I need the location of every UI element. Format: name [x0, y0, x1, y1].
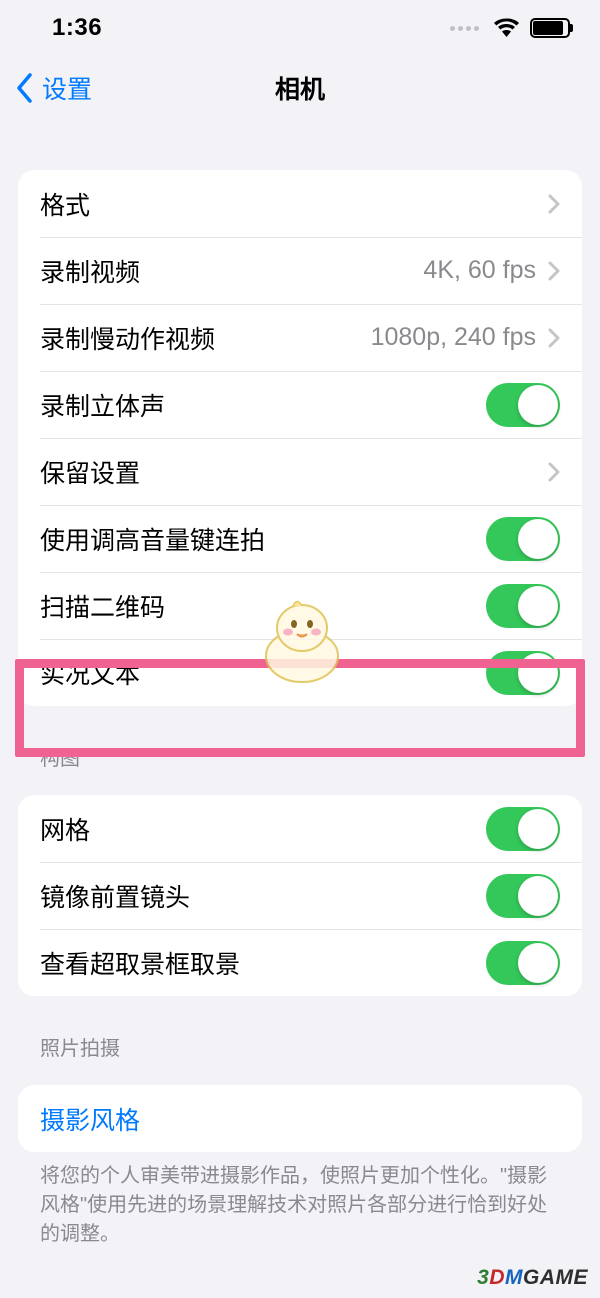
chevron-right-icon [548, 328, 560, 348]
group-footer-photo-capture: 将您的个人审美带进摄影作品，使照片更加个性化。"摄影风格"使用先进的场景理解技术… [18, 1152, 582, 1249]
row-grid: 网格 [18, 795, 582, 862]
battery-icon [530, 18, 570, 38]
toggle-live-text[interactable] [486, 651, 560, 695]
row-mirror-front: 镜像前置镜头 [18, 862, 582, 929]
row-volume-burst: 使用调高音量键连拍 [18, 505, 582, 572]
toggle-grid[interactable] [486, 807, 560, 851]
row-label: 镜像前置镜头 [40, 878, 486, 914]
settings-group-main: 格式 录制视频 4K, 60 fps 录制慢动作视频 1080p, 240 fp… [18, 170, 582, 706]
row-label: 录制立体声 [40, 387, 486, 423]
back-button[interactable]: 设置 [16, 70, 92, 106]
row-label: 录制视频 [40, 253, 423, 289]
row-record-slomo[interactable]: 录制慢动作视频 1080p, 240 fps [18, 304, 582, 371]
back-label: 设置 [42, 70, 92, 106]
row-preserve-settings[interactable]: 保留设置 [18, 438, 582, 505]
chevron-right-icon [548, 261, 560, 281]
status-bar: 1:36 [0, 0, 600, 56]
chevron-right-icon [548, 462, 560, 482]
row-view-outside-frame: 查看超取景框取景 [18, 929, 582, 996]
row-record-video[interactable]: 录制视频 4K, 60 fps [18, 237, 582, 304]
status-indicators [450, 18, 570, 38]
row-value: 1080p, 240 fps [371, 323, 536, 352]
row-label: 查看超取景框取景 [40, 945, 486, 981]
group-header-photo-capture: 照片拍摄 [18, 1032, 582, 1071]
cellular-dots-icon [450, 26, 479, 31]
row-label: 录制慢动作视频 [40, 320, 371, 356]
wifi-icon [493, 18, 520, 38]
row-label: 保留设置 [40, 454, 548, 490]
chevron-right-icon [548, 194, 560, 214]
row-label: 实况文本 [40, 655, 486, 691]
settings-group-photo-capture: 摄影风格 [18, 1085, 582, 1152]
watermark-text: 3DMGAME [477, 1266, 588, 1290]
group-header-composition: 构图 [18, 742, 582, 781]
settings-group-composition: 网格 镜像前置镜头 查看超取景框取景 [18, 795, 582, 996]
toggle-scan-qr[interactable] [486, 584, 560, 628]
navigation-bar: 设置 相机 [0, 56, 600, 120]
chevron-left-icon [16, 73, 34, 103]
page-title: 相机 [275, 70, 325, 106]
toggle-volume-burst[interactable] [486, 517, 560, 561]
row-label: 使用调高音量键连拍 [40, 521, 486, 557]
toggle-view-outside-frame[interactable] [486, 941, 560, 985]
row-label: 网格 [40, 811, 486, 847]
row-scan-qr: 扫描二维码 [18, 572, 582, 639]
row-photographic-styles[interactable]: 摄影风格 [18, 1085, 582, 1152]
status-time: 1:36 [52, 14, 102, 42]
row-stereo: 录制立体声 [18, 371, 582, 438]
row-live-text: 实况文本 [18, 639, 582, 706]
toggle-stereo[interactable] [486, 383, 560, 427]
row-label: 格式 [40, 186, 548, 222]
row-formats[interactable]: 格式 [18, 170, 582, 237]
toggle-mirror-front[interactable] [486, 874, 560, 918]
row-label: 扫描二维码 [40, 588, 486, 624]
row-value: 4K, 60 fps [423, 256, 536, 285]
row-label: 摄影风格 [40, 1101, 560, 1137]
